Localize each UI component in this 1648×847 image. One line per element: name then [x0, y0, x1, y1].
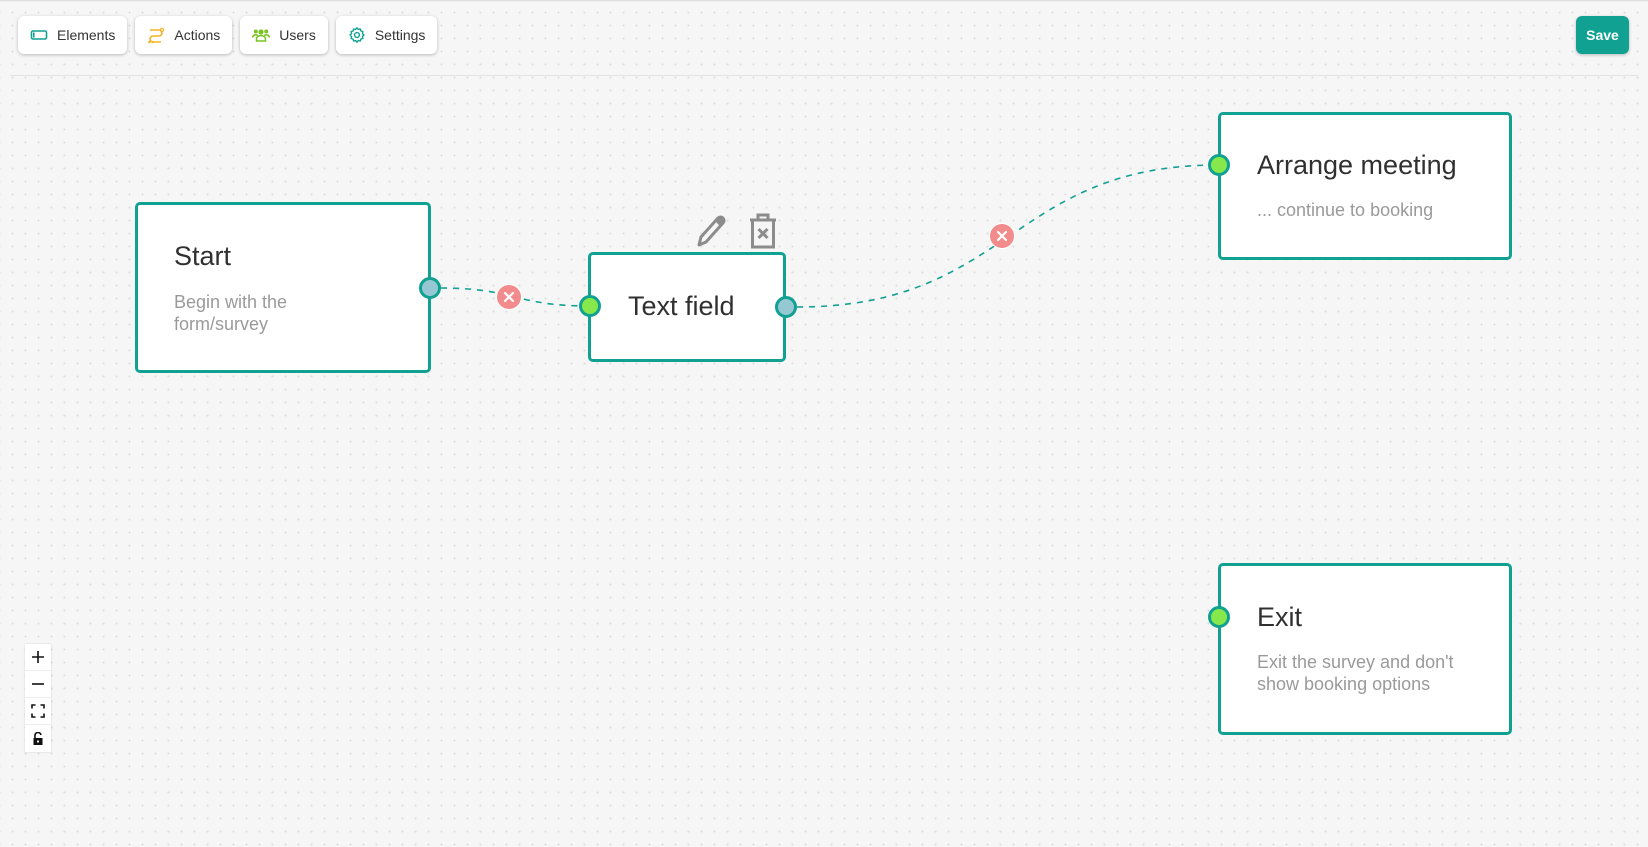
fit-view-icon: [31, 704, 45, 718]
node-description: ... continue to booking: [1257, 200, 1434, 220]
toolbar-divider: [10, 75, 1638, 76]
toolbar: Elements Actions Users Settings: [18, 16, 438, 54]
arrange-meeting-target-handle[interactable]: [1208, 154, 1230, 176]
node-title: Arrange meeting: [1257, 150, 1457, 180]
plus-icon: [32, 651, 44, 663]
unlock-icon: [33, 731, 43, 745]
minus-icon: [32, 683, 44, 685]
users-icon: [252, 26, 271, 44]
users-label: Users: [279, 27, 316, 43]
delete-edge-button[interactable]: [989, 223, 1015, 249]
node-text-field[interactable]: Text field: [588, 252, 786, 362]
element-box-icon: [30, 26, 48, 44]
text-field-target-handle[interactable]: [579, 295, 601, 317]
node-arrange-meeting[interactable]: Arrange meeting ... continue to booking: [1218, 112, 1512, 260]
pencil-icon: [697, 215, 726, 247]
actions-button[interactable]: Actions: [135, 16, 233, 54]
node-description: Exit the survey and don't show booking o…: [1257, 652, 1454, 694]
node-description: Begin with the form/survey: [174, 292, 288, 334]
node-title: Start: [174, 241, 232, 271]
route-icon: [147, 26, 165, 44]
settings-button[interactable]: Settings: [335, 16, 438, 54]
node-start[interactable]: Start Begin with the form/survey: [135, 202, 431, 373]
close-icon: [996, 230, 1008, 242]
gear-icon: [348, 26, 366, 44]
toggle-interactivity-button[interactable]: [25, 725, 51, 752]
top-shadow: [0, 0, 1648, 2]
zoom-in-button[interactable]: [25, 644, 51, 671]
fit-view-button[interactable]: [25, 698, 51, 725]
edit-node-button[interactable]: [694, 212, 728, 248]
node-exit[interactable]: Exit Exit the survey and don't show book…: [1218, 563, 1512, 735]
elements-button[interactable]: Elements: [18, 16, 128, 54]
settings-label: Settings: [374, 27, 426, 43]
actions-label: Actions: [174, 27, 221, 43]
save-button[interactable]: Save: [1576, 16, 1629, 54]
node-title: Text field: [628, 291, 735, 321]
exit-target-handle[interactable]: [1208, 606, 1230, 628]
elements-label: Elements: [57, 27, 116, 43]
trash-icon: [750, 213, 776, 249]
start-source-handle[interactable]: [419, 277, 441, 299]
zoom-out-button[interactable]: [25, 671, 51, 698]
close-icon: [503, 291, 515, 303]
text-field-source-handle[interactable]: [775, 296, 797, 318]
canvas-controls: [25, 644, 51, 752]
users-button[interactable]: Users: [240, 16, 328, 54]
node-title: Exit: [1257, 602, 1303, 632]
delete-node-button[interactable]: [748, 212, 778, 249]
delete-edge-button[interactable]: [496, 284, 522, 310]
